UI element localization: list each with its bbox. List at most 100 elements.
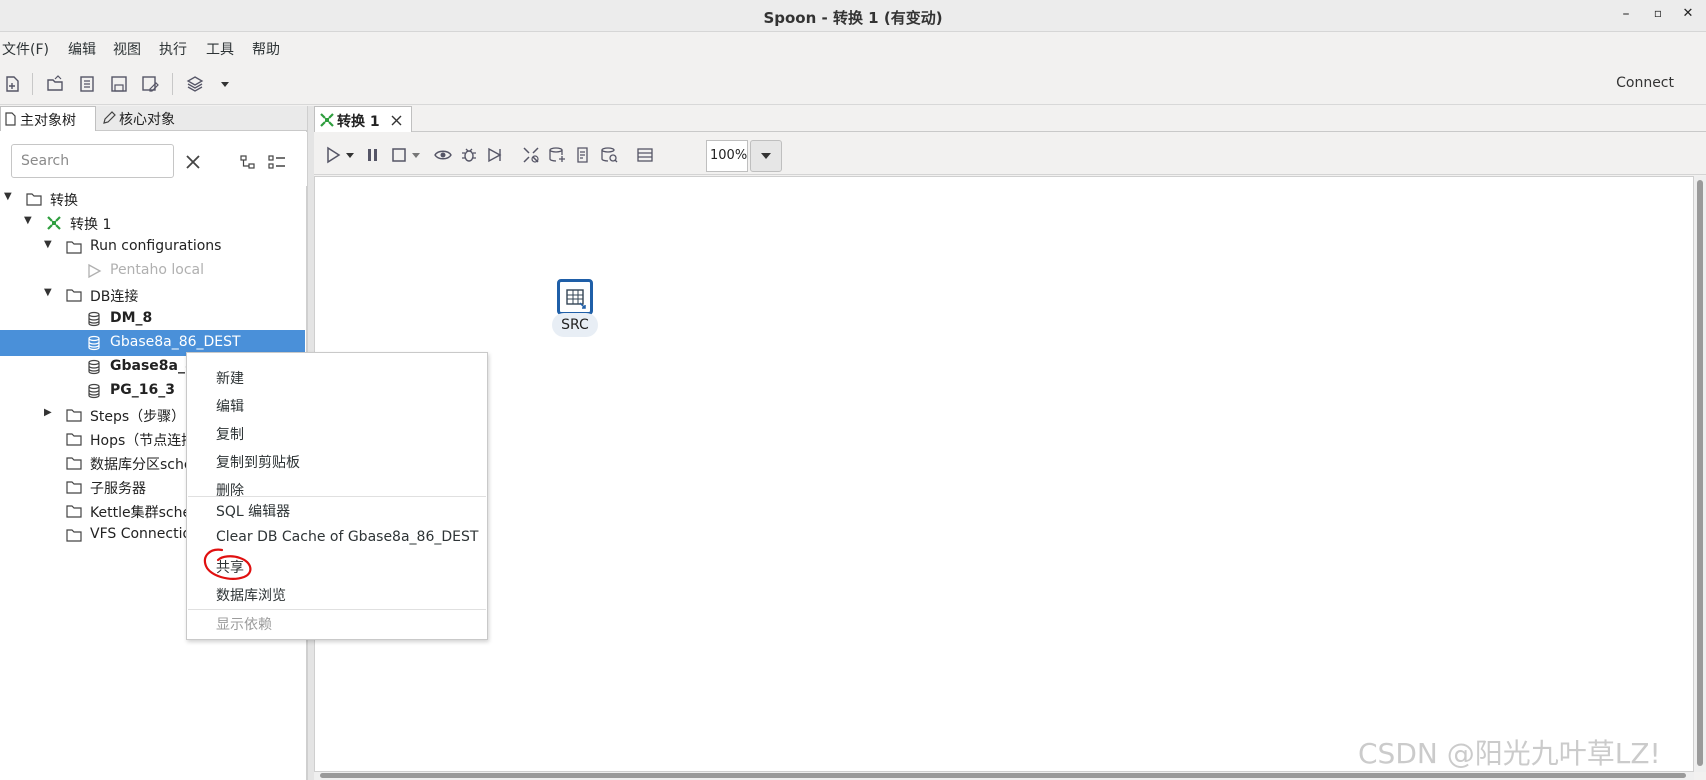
connect-button[interactable]: Connect: [1616, 75, 1674, 91]
close-tab-icon[interactable]: [391, 115, 402, 126]
menu-file[interactable]: 文件(F): [2, 39, 49, 59]
tree-doc-icon: [5, 112, 16, 126]
tree-node-run-configurations[interactable]: ▼ Run configurations: [0, 234, 305, 260]
vertical-scrollbar[interactable]: [1694, 176, 1706, 772]
zoom-dropdown[interactable]: [750, 140, 782, 172]
table-input-icon: [566, 289, 586, 309]
menu-separator: [188, 609, 486, 610]
close-window-button[interactable]: ✕: [1678, 6, 1698, 26]
maximize-button[interactable]: ▫: [1648, 6, 1668, 26]
left-panel-tabs: 主对象树 核心对象: [0, 106, 307, 131]
layers-icon[interactable]: [186, 75, 204, 93]
horizontal-scrollbar[interactable]: [314, 772, 1694, 780]
expand-all-icon[interactable]: [240, 154, 256, 170]
tree-label: 转换: [50, 193, 78, 209]
database-icon: [88, 359, 100, 375]
step-label: SRC: [552, 313, 598, 337]
tab-label: 转换 1: [337, 114, 380, 130]
caret-down-icon[interactable]: ▼: [44, 287, 58, 301]
folder-icon: [66, 409, 82, 422]
tab-main-tree-label: 主对象树: [20, 113, 76, 129]
menu-item-duplicate[interactable]: 复制: [216, 424, 244, 444]
debug-bug-icon[interactable]: [460, 146, 478, 164]
show-results-icon[interactable]: [636, 146, 654, 164]
open-folder-icon[interactable]: [46, 75, 64, 93]
menu-bar: 文件(F) 编辑 视图 执行 工具 帮助: [0, 33, 1706, 63]
caret-down-icon[interactable]: ▼: [24, 215, 38, 229]
transformation-icon: [47, 216, 61, 230]
menu-edit[interactable]: 编辑: [68, 39, 96, 59]
tree-label: DM_8: [110, 310, 153, 326]
explore-db-icon[interactable]: [600, 146, 618, 164]
minimize-button[interactable]: –: [1616, 6, 1636, 26]
menu-item-copy-clipboard[interactable]: 复制到剪贴板: [216, 452, 300, 472]
verify-icon[interactable]: [522, 146, 540, 164]
tree-label: PG_16_3: [110, 382, 175, 398]
menu-item-show-dependencies: 显示依赖: [216, 617, 272, 633]
menu-help[interactable]: 帮助: [252, 39, 280, 59]
stop-icon[interactable]: [390, 146, 408, 164]
sql-script-icon[interactable]: [574, 146, 592, 164]
tab-main-tree[interactable]: 主对象树: [0, 106, 96, 131]
chevron-down-icon[interactable]: [410, 146, 422, 164]
collapse-all-icon[interactable]: [268, 154, 286, 170]
menu-item-new[interactable]: 新建: [216, 368, 244, 388]
explore-repository-icon[interactable]: [78, 75, 96, 93]
annotation-circle: [203, 548, 252, 580]
caret-down-icon[interactable]: ▼: [4, 191, 18, 205]
play-outline-icon: [88, 263, 102, 279]
step-src[interactable]: [557, 279, 593, 315]
tree-node-pentaho-local[interactable]: Pentaho local: [0, 258, 305, 284]
tree-node-db-dm8[interactable]: DM_8: [0, 306, 305, 332]
pause-icon[interactable]: [364, 146, 382, 164]
menu-tools[interactable]: 工具: [206, 39, 234, 59]
replay-icon[interactable]: [486, 146, 504, 164]
tree-node-db-connections[interactable]: ▼ DB连接: [0, 282, 305, 308]
save-icon[interactable]: [110, 75, 128, 93]
search-input[interactable]: Search: [11, 144, 174, 178]
save-as-icon[interactable]: [141, 75, 159, 93]
menu-item-clear-db-cache[interactable]: Clear DB Cache of Gbase8a_86_DEST: [216, 529, 478, 545]
watermark: CSDN @阳光九叶草LZ!: [1358, 737, 1661, 770]
database-icon: [88, 311, 100, 327]
menu-run[interactable]: 执行: [159, 39, 187, 59]
run-icon[interactable]: [324, 146, 342, 164]
transformation-canvas[interactable]: SRC: [314, 176, 1694, 772]
preview-eye-icon[interactable]: [434, 146, 452, 164]
context-menu: 新建 编辑 复制 复制到剪贴板 删除 SQL 编辑器 Clear DB Cach…: [186, 352, 488, 640]
tree-label: DB连接: [90, 289, 139, 305]
menu-item-explore-db[interactable]: 数据库浏览: [216, 585, 286, 605]
folder-icon: [66, 481, 82, 494]
editor-panel: 转换 1 100% SRC: [314, 106, 1706, 780]
menu-item-edit[interactable]: 编辑: [216, 396, 244, 416]
search-row: Search: [0, 132, 307, 186]
window-titlebar: Spoon - 转换 1 (有变动) – ▫ ✕: [0, 0, 1706, 32]
caret-down-icon[interactable]: ▼: [44, 239, 58, 253]
chevron-down-icon: [761, 153, 771, 159]
database-icon: [88, 383, 100, 399]
folder-icon: [66, 433, 82, 446]
menu-separator: [188, 496, 486, 497]
folder-icon: [66, 505, 82, 518]
chevron-down-icon[interactable]: [344, 146, 356, 164]
tab-transformation-1[interactable]: 转换 1: [314, 106, 412, 132]
menu-view[interactable]: 视图: [113, 39, 141, 59]
tab-core-objects[interactable]: 核心对象: [98, 106, 188, 131]
analyze-db-icon[interactable]: [548, 146, 566, 164]
tree-node-transformations[interactable]: ▼ 转换: [0, 186, 305, 212]
menu-item-delete[interactable]: 删除: [216, 480, 244, 500]
caret-right-icon[interactable]: ▶: [44, 407, 58, 421]
zoom-field[interactable]: 100%: [706, 140, 748, 172]
clear-search-icon[interactable]: [185, 154, 201, 170]
tree-label: Steps（步骤）: [90, 409, 186, 425]
tree-label: 转换 1: [70, 217, 112, 233]
toolbar-separator: [172, 73, 173, 95]
menu-item-sql-editor[interactable]: SQL 编辑器: [216, 501, 290, 521]
folder-icon: [66, 289, 82, 302]
new-file-icon[interactable]: [3, 75, 21, 93]
tree-node-transformation-1[interactable]: ▼ 转换 1: [0, 210, 305, 236]
chevron-down-icon[interactable]: [216, 75, 234, 93]
folder-icon: [26, 193, 42, 206]
editor-tabs: 转换 1: [314, 106, 1706, 132]
tab-core-objects-label: 核心对象: [119, 112, 175, 128]
